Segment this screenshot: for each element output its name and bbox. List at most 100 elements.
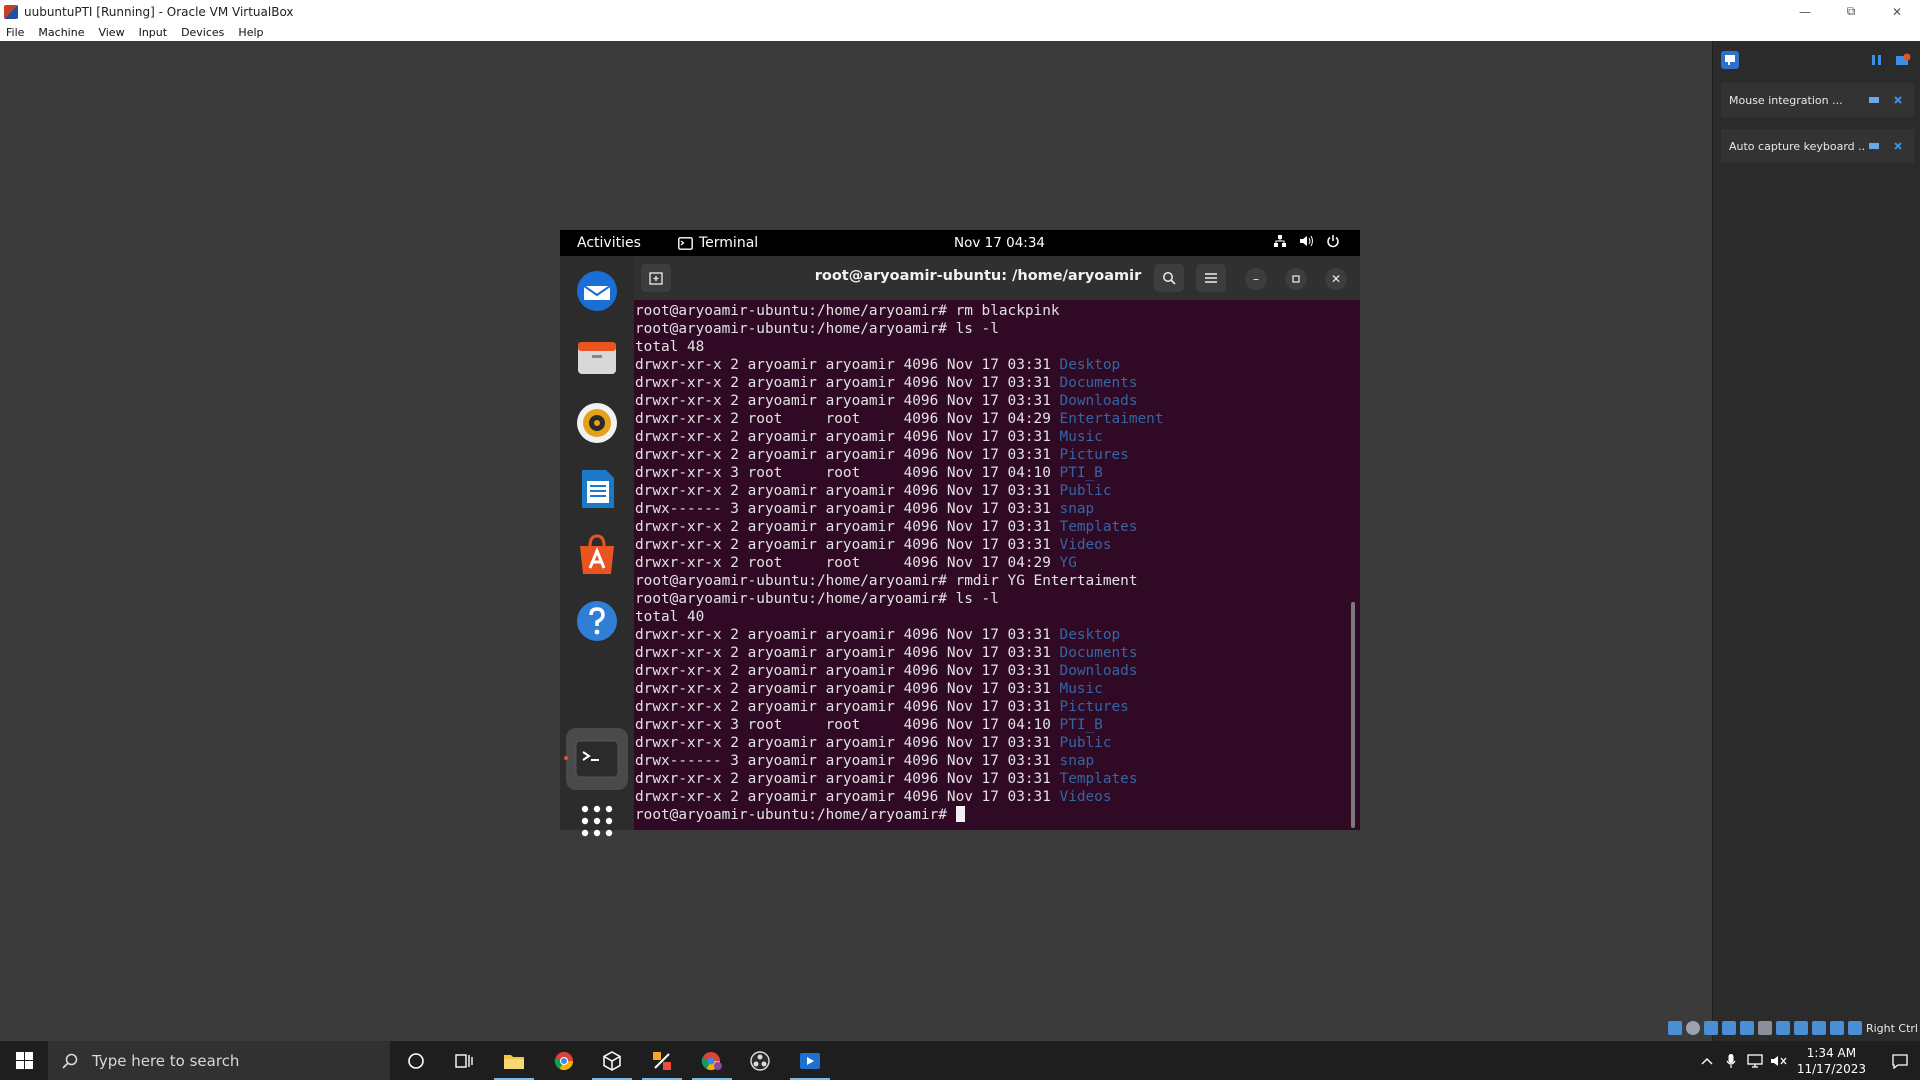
microphone-icon[interactable] [1719,1053,1743,1069]
directory-name: Desktop [1059,357,1121,373]
output-text: drwxr-xr-x 2 aryoamir aryoamir 4096 Nov … [635,537,1060,553]
show-apps-icon[interactable] [572,796,622,846]
chevron-up-icon[interactable] [1695,1057,1719,1065]
terminal-scrollbar[interactable] [1351,602,1355,828]
clock[interactable]: Nov 17 04:34 [954,235,1045,251]
ubuntu-guest-screen[interactable]: Activities Terminal Nov 17 04:34 root@ar… [560,230,1360,837]
network-icon [1274,235,1286,247]
obs-icon[interactable] [736,1041,784,1080]
terminal-line: root@aryoamir-ubuntu:/home/aryoamir# rmd… [635,572,1340,590]
notification-info-icon[interactable] [1866,92,1882,108]
restore-button[interactable]: ⧉ [1828,0,1874,23]
display-icon[interactable] [1775,1021,1790,1035]
chrome-icon[interactable] [540,1041,588,1080]
help-icon[interactable] [572,596,622,646]
output-text: drwxr-xr-x 2 aryoamir aryoamir 4096 Nov … [635,789,1060,805]
output-text: drwxr-xr-x 2 aryoamir aryoamir 4096 Nov … [635,393,1060,409]
terminal-line: drwxr-xr-x 2 aryoamir aryoamir 4096 Nov … [635,428,1340,446]
system-tray: 1:34 AM 11/17/2023 [1695,1041,1920,1080]
inkscape-icon[interactable] [638,1041,686,1080]
directory-name: Music [1059,429,1103,445]
system-tray[interactable] [1273,234,1340,248]
sort-icon[interactable] [1868,51,1886,69]
terminal-line: drwxr-xr-x 2 aryoamir aryoamir 4096 Nov … [635,518,1340,536]
shell-command: rmdir YG Entertaiment [946,573,1138,589]
new-tab-button[interactable] [641,264,671,292]
shell-prompt: root@aryoamir-ubuntu:/home/aryoamir# [635,591,947,607]
vbox-menubar: File Machine View Input Devices Help [0,23,1920,41]
chrome-profile-icon[interactable] [688,1041,736,1080]
directory-name: Music [1059,681,1103,697]
menu-help[interactable]: Help [238,26,263,39]
windows-taskbar: Type here to search 1:34 AM 11/17/2023 [0,1041,1920,1080]
terminal-minimize-button[interactable]: – [1245,268,1267,290]
virtualbox-icon[interactable] [588,1041,636,1080]
shared-folders-icon[interactable] [1757,1021,1772,1035]
dismiss-all-icon[interactable] [1894,51,1912,69]
terminal-output[interactable]: root@aryoamir-ubuntu:/home/aryoamir# rm … [635,302,1340,828]
volume-muted-icon[interactable] [1767,1054,1791,1068]
output-text: drwxr-xr-x 2 aryoamir aryoamir 4096 Nov … [635,357,1060,373]
action-center-icon[interactable] [1880,1053,1920,1069]
rhythmbox-icon[interactable] [572,398,622,448]
directory-name: Downloads [1059,393,1138,409]
network-icon[interactable] [1743,1053,1767,1068]
virtualbox-vm-icon[interactable] [786,1041,834,1080]
notification-auto-capture[interactable]: Auto capture keyboard ... [1721,129,1914,163]
terminal-maximize-button[interactable] [1285,268,1307,290]
notification-toggle-icon[interactable] [1721,51,1739,69]
terminal-line: drwxr-xr-x 2 aryoamir aryoamir 4096 Nov … [635,374,1340,392]
output-text: drwxr-xr-x 2 aryoamir aryoamir 4096 Nov … [635,447,1060,463]
output-text: drwxr-xr-x 2 aryoamir aryoamir 4096 Nov … [635,519,1060,535]
close-button[interactable]: ✕ [1874,0,1920,23]
files-icon[interactable] [572,332,622,382]
menu-file[interactable]: File [6,26,24,39]
cpu-icon[interactable] [1811,1021,1826,1035]
usb-icon[interactable] [1739,1021,1754,1035]
task-view-icon[interactable] [440,1041,488,1080]
shell-command: ls -l [946,321,999,337]
network-icon[interactable] [1721,1021,1736,1035]
cortana-icon[interactable] [392,1041,440,1080]
terminal-line: drwxr-xr-x 2 root root 4096 Nov 17 04:29… [635,410,1340,428]
start-button[interactable] [0,1041,48,1080]
output-text: drwxr-xr-x 2 aryoamir aryoamir 4096 Nov … [635,645,1060,661]
window-controls: — ⧉ ✕ [1782,0,1920,23]
audio-icon[interactable] [1703,1021,1718,1035]
terminal-icon[interactable] [572,734,622,784]
recording-icon[interactable] [1793,1021,1808,1035]
mouse-integration-icon[interactable] [1829,1021,1844,1035]
menu-view[interactable]: View [98,26,124,39]
app-menu[interactable]: Terminal [678,235,758,251]
notification-close-icon[interactable] [1890,138,1906,154]
terminal-line: drwxr-xr-x 2 root root 4096 Nov 17 04:29… [635,554,1340,572]
search-icon [62,1053,78,1069]
hard-disk-icon[interactable] [1667,1021,1682,1035]
directory-name: Templates [1059,519,1138,535]
vbox-statusbar: Right Ctrl [1660,1018,1920,1038]
activities-button[interactable]: Activities [577,235,641,251]
taskbar-search-box[interactable]: Type here to search [48,1041,390,1080]
directory-name: Public [1059,735,1112,751]
menu-devices[interactable]: Devices [181,26,224,39]
notification-close-icon[interactable] [1890,92,1906,108]
notification-mouse-integration[interactable]: Mouse integration ... [1721,83,1914,117]
software-icon[interactable] [572,530,622,580]
menu-input[interactable]: Input [139,26,167,39]
optical-drive-icon[interactable] [1685,1021,1700,1035]
notification-info-icon[interactable] [1866,138,1882,154]
terminal-title: root@aryoamir-ubuntu: /home/aryoamir [814,268,1142,284]
thunderbird-icon[interactable] [572,266,622,316]
hamburger-menu-button[interactable] [1196,264,1226,292]
taskbar-clock[interactable]: 1:34 AM 11/17/2023 [1797,1045,1866,1077]
writer-icon[interactable] [572,464,622,514]
minimize-button[interactable]: — [1782,0,1828,23]
file-explorer-icon[interactable] [490,1041,538,1080]
search-button[interactable] [1154,264,1184,292]
terminal-line: drwxr-xr-x 2 aryoamir aryoamir 4096 Nov … [635,626,1340,644]
keyboard-capture-icon[interactable] [1847,1021,1862,1035]
terminal-window[interactable]: root@aryoamir-ubuntu: /home/aryoamir – ✕… [634,256,1360,830]
directory-name: Documents [1059,375,1138,391]
menu-machine[interactable]: Machine [38,26,84,39]
terminal-close-button[interactable]: ✕ [1325,268,1347,290]
